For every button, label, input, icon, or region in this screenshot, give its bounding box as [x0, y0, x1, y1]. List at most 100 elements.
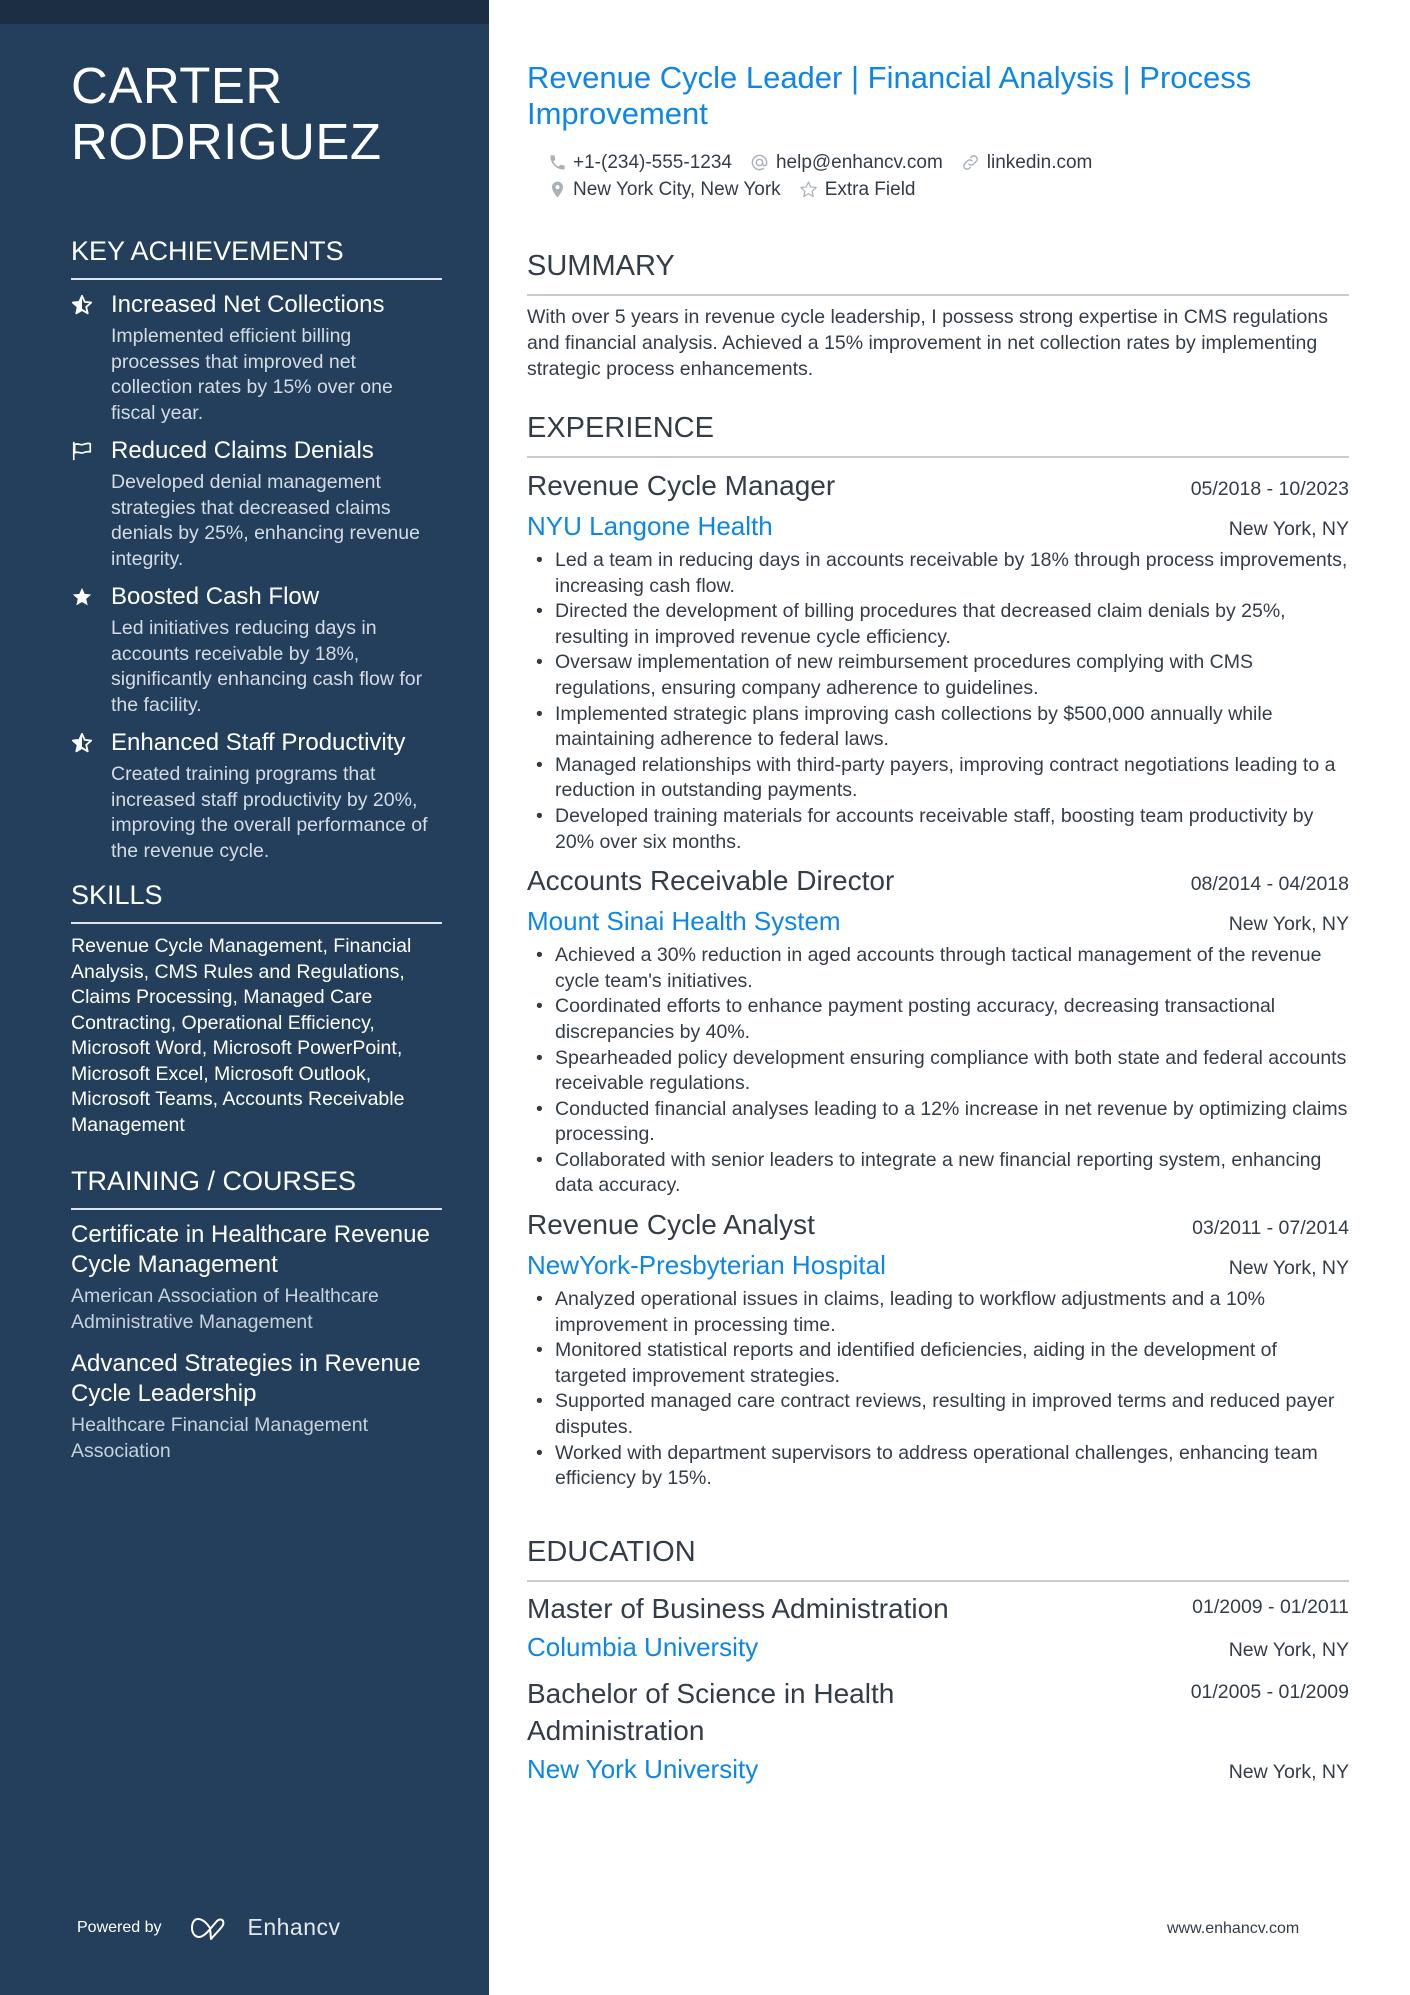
achievement-title: Reduced Claims Denials: [111, 437, 374, 464]
experience-heading: EXPERIENCE: [527, 410, 1349, 458]
contact-linkedin[interactable]: linkedin.com: [961, 151, 1093, 174]
enhancv-logo-icon: [190, 1915, 238, 1941]
job-location: New York, NY: [1228, 518, 1349, 540]
phone-icon: [547, 153, 567, 173]
summary-text: With over 5 years in revenue cycle leade…: [527, 306, 1328, 380]
job-bullet: Worked with department supervisors to ad…: [527, 1441, 1349, 1492]
job-bullet: Conducted financial analyses leading to …: [527, 1097, 1349, 1148]
job-bullet: Oversaw implementation of new reimbursem…: [527, 650, 1349, 701]
job-location: New York, NY: [1228, 1257, 1349, 1280]
achievement-description: Created training programs that increased…: [111, 763, 428, 862]
job-bullet: Supported managed care contract reviews,…: [527, 1389, 1349, 1440]
achievement-title: Increased Net Collections: [111, 291, 385, 318]
degree: Bachelor of Science in Health Administra…: [527, 1678, 895, 1746]
linkedin-text: linkedin.com: [986, 151, 1093, 173]
education-section: EDUCATION Master of Business Administrat…: [527, 1534, 1349, 1797]
degree: Master of Business Administration: [527, 1593, 949, 1624]
education-location: New York, NY: [1228, 1639, 1349, 1661]
powered-by: Powered by Enhancv: [77, 1914, 341, 1941]
at-icon: [750, 153, 770, 173]
enhancv-wordmark: Enhancv: [247, 1914, 341, 1940]
achievement-item: Boosted Cash Flow Led initiatives reduci…: [71, 582, 442, 718]
course-title: Certificate in Healthcare Revenue Cycle …: [71, 1221, 430, 1278]
achievement-description: Developed denial management strategies t…: [111, 471, 420, 570]
job-bullet: Developed training materials for account…: [527, 804, 1349, 855]
job-bullet: Directed the development of billing proc…: [527, 599, 1349, 650]
job-bullets: Analyzed operational issues in claims, l…: [527, 1287, 1349, 1492]
footer-website-link[interactable]: www.enhancv.com: [1167, 1920, 1299, 1938]
education-dates: 01/2005 - 01/2009: [1190, 1681, 1349, 1703]
job-bullet: Analyzed operational issues in claims, l…: [527, 1287, 1349, 1338]
phone-text: +1-(234)-555-1234: [573, 151, 732, 173]
job-title: Revenue Cycle Manager: [527, 470, 836, 501]
contact-phone[interactable]: +1-(234)-555-1234: [547, 152, 732, 174]
training-heading: TRAINING / COURSES: [71, 1164, 442, 1210]
job-bullet: Implemented strategic plans improving ca…: [527, 702, 1349, 753]
achievement-title: Boosted Cash Flow: [111, 583, 320, 610]
contact-email[interactable]: help@enhancv.com: [750, 152, 943, 174]
link-icon: [961, 153, 981, 173]
job-location: New York, NY: [1228, 913, 1349, 936]
achievement-item: Increased Net Collections Implemented ef…: [71, 290, 442, 426]
flag-icon: [71, 440, 95, 464]
name-last: RODRIGUEZ: [71, 113, 382, 170]
summary-heading: SUMMARY: [527, 248, 1349, 296]
school: New York University: [527, 1754, 759, 1784]
job-bullets: Achieved a 30% reduction in aged account…: [527, 943, 1349, 1199]
extra-field-text: Extra Field: [824, 178, 916, 200]
contact-info: +1-(234)-555-1234 help@enhancv.com linke…: [547, 149, 1347, 203]
education-entry: Bachelor of Science in Health Administra…: [527, 1675, 1349, 1787]
education-heading: EDUCATION: [527, 1534, 1349, 1582]
job-entry: Accounts Receivable Director 08/2014 - 0…: [527, 861, 1349, 1199]
job-bullet: Spearheaded policy development ensuring …: [527, 1046, 1349, 1097]
achievement-item: Enhanced Staff Productivity Created trai…: [71, 728, 442, 864]
job-bullets: Led a team in reducing days in accounts …: [527, 548, 1349, 855]
job-title: Revenue Cycle Analyst: [527, 1209, 815, 1241]
star-half-icon: [71, 294, 95, 318]
job-company: NYU Langone Health: [527, 511, 773, 541]
job-bullet: Collaborated with senior leaders to inte…: [527, 1148, 1349, 1199]
achievement-description: Led initiatives reducing days in account…: [111, 617, 423, 716]
sidebar: CARTER RODRIGUEZ KEY ACHIEVEMENTS Increa…: [0, 0, 489, 1995]
job-company: NewYork-Presbyterian Hospital: [527, 1250, 886, 1281]
email-text: help@enhancv.com: [775, 151, 943, 173]
name-first: CARTER: [71, 57, 283, 114]
star-icon: [71, 586, 95, 610]
education-dates: 01/2009 - 01/2011: [1192, 1596, 1349, 1618]
job-bullet: Achieved a 30% reduction in aged account…: [527, 943, 1349, 994]
course-organization: American Association of Healthcare Admin…: [71, 1285, 379, 1333]
star-outline-icon: [799, 180, 819, 200]
candidate-name: CARTER RODRIGUEZ: [71, 58, 442, 170]
contact-location: New York City, New York: [547, 179, 781, 201]
course-organization: Healthcare Financial Management Associat…: [71, 1414, 368, 1462]
job-title: Accounts Receivable Director: [527, 865, 895, 897]
skills-heading: SKILLS: [71, 878, 442, 924]
achievement-description: Implemented efficient billing processes …: [111, 325, 393, 424]
enhancv-logo[interactable]: Enhancv: [190, 1914, 341, 1941]
education-location: New York, NY: [1228, 1761, 1349, 1783]
job-dates: 08/2014 - 04/2018: [1190, 873, 1349, 896]
powered-by-label: Powered by: [77, 1918, 162, 1936]
job-dates: 03/2011 - 07/2014: [1192, 1217, 1349, 1240]
location-pin-icon: [547, 180, 567, 200]
sidebar-top-band: [0, 0, 489, 24]
key-achievements-section: KEY ACHIEVEMENTS Increased Net Collectio…: [71, 234, 442, 864]
skills-list: Revenue Cycle Management, Financial Anal…: [71, 935, 412, 1136]
key-achievements-heading: KEY ACHIEVEMENTS: [71, 234, 442, 280]
course-item: Certificate in Healthcare Revenue Cycle …: [71, 1220, 442, 1335]
star-half-icon: [71, 732, 95, 756]
achievement-title: Enhanced Staff Productivity: [111, 729, 406, 756]
job-bullet: Monitored statistical reports and identi…: [527, 1338, 1349, 1389]
job-dates: 05/2018 - 10/2023: [1190, 478, 1349, 500]
experience-section: EXPERIENCE Revenue Cycle Manager 05/2018…: [527, 410, 1349, 1498]
job-bullet: Managed relationships with third-party p…: [527, 753, 1349, 804]
achievement-item: Reduced Claims Denials Developed denial …: [71, 436, 442, 572]
summary-section: SUMMARY With over 5 years in revenue cyc…: [527, 248, 1349, 382]
job-bullet: Led a team in reducing days in accounts …: [527, 548, 1349, 599]
headline: Revenue Cycle Leader | Financial Analysi…: [527, 60, 1252, 131]
course-title: Advanced Strategies in Revenue Cycle Lea…: [71, 1350, 421, 1407]
job-entry: Revenue Cycle Analyst 03/2011 - 07/2014 …: [527, 1205, 1349, 1492]
training-section: TRAINING / COURSES Certificate in Health…: [71, 1164, 442, 1464]
education-entry: Master of Business Administration 01/200…: [527, 1590, 1349, 1665]
location-text: New York City, New York: [573, 178, 781, 200]
